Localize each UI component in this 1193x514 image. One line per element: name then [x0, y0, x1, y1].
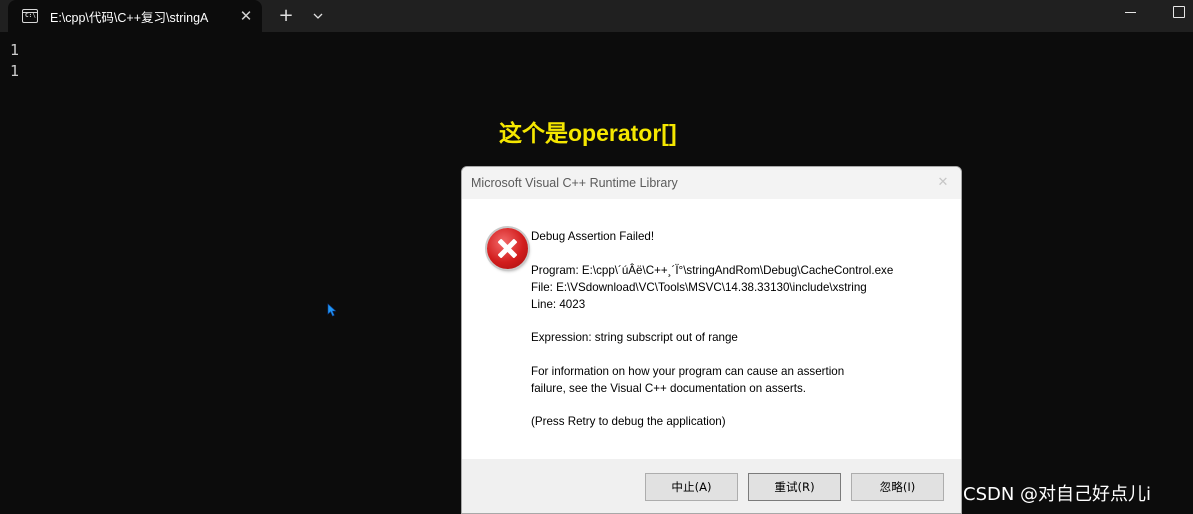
annotation-text: 这个是operator[] — [499, 120, 677, 146]
expression-text: Expression: string subscript out of rang… — [531, 331, 738, 344]
assertion-dialog: Microsoft Visual C++ Runtime Library ✕ D… — [461, 166, 962, 514]
console-output: 1 1 — [10, 40, 19, 82]
info-text-1: For information on how your program can … — [531, 365, 845, 378]
mouse-cursor-icon — [327, 302, 337, 317]
dialog-title-bar: Microsoft Visual C++ Runtime Library ✕ — [462, 167, 961, 199]
info-text-2: failure, see the Visual C++ documentatio… — [531, 382, 806, 395]
dialog-button-bar: 中止(A) 重试(R) 忽略(I) — [462, 459, 961, 513]
watermark: CSDN @对自己好点儿i — [963, 484, 1152, 505]
title-bar: C:\ E:\cpp\代码\C++复习\stringA ✕ + — [0, 0, 1193, 32]
error-icon — [487, 228, 528, 269]
assertion-heading: Debug Assertion Failed! — [531, 230, 655, 243]
new-tab-button[interactable]: + — [276, 6, 296, 26]
tab-close-button[interactable]: ✕ — [237, 7, 255, 25]
terminal-icon: C:\ — [22, 9, 38, 23]
ignore-button[interactable]: 忽略(I) — [851, 473, 944, 501]
minimize-button[interactable] — [1119, 2, 1143, 26]
press-retry-text: (Press Retry to debug the application) — [531, 415, 726, 428]
console-line: 1 — [10, 62, 20, 80]
line-number: Line: 4023 — [531, 298, 586, 311]
program-path: Program: E:\cpp\´úÂë\C++¸´Ï°\stringAndRo… — [531, 264, 894, 277]
abort-button[interactable]: 中止(A) — [645, 473, 738, 501]
dialog-title: Microsoft Visual C++ Runtime Library — [471, 176, 678, 190]
chevron-down-icon[interactable] — [310, 8, 326, 24]
tab-title: E:\cpp\代码\C++复习\stringA — [50, 10, 209, 25]
console-line: 1 — [10, 41, 20, 59]
retry-button[interactable]: 重试(R) — [748, 473, 841, 501]
tab-terminal[interactable]: C:\ E:\cpp\代码\C++复习\stringA ✕ — [8, 0, 262, 32]
dialog-close-button[interactable]: ✕ — [935, 175, 951, 191]
file-path: File: E:\VSdownload\VC\Tools\MSVC\14.38.… — [531, 281, 867, 294]
maximize-button[interactable] — [1166, 2, 1190, 26]
